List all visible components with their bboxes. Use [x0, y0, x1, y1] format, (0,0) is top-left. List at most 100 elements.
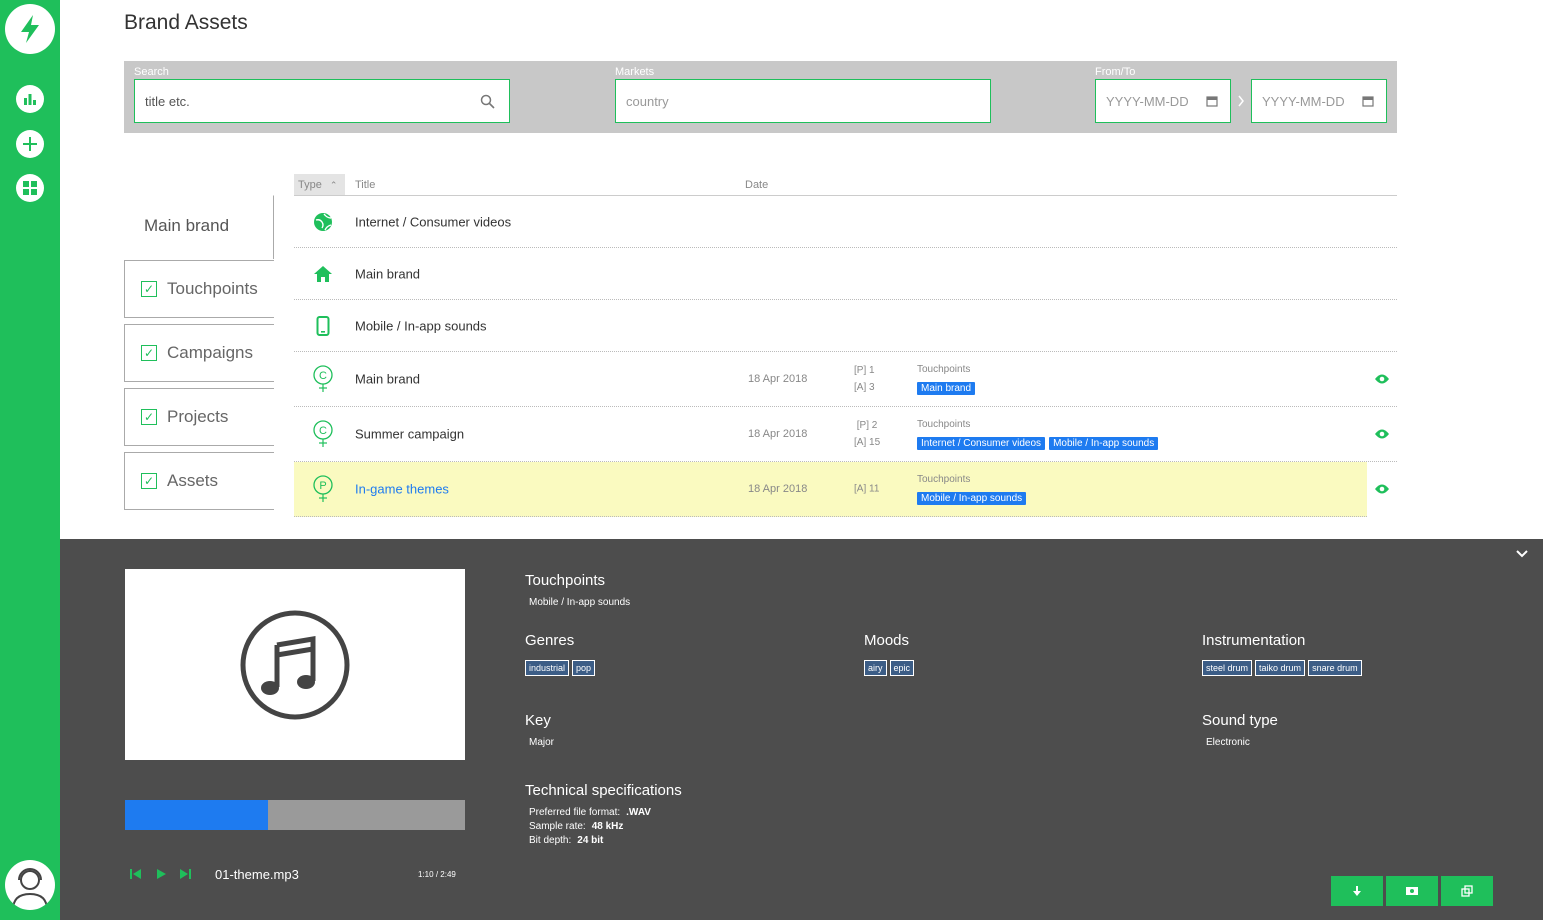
- bar-chart-icon: [24, 94, 36, 105]
- spec-format-label: Preferred file format:: [529, 807, 621, 818]
- plus-icon: [23, 137, 37, 151]
- checkbox-assets[interactable]: ✓: [141, 473, 157, 489]
- date-from-placeholder: YYYY-MM-DD: [1106, 93, 1189, 109]
- table-row[interactable]: C Main brand 18 Apr 2018 [P] 1 [A] 3 Tou…: [294, 352, 1397, 407]
- download-icon: [1353, 886, 1361, 896]
- moods-heading: Moods: [864, 632, 910, 649]
- user-avatar[interactable]: [5, 860, 55, 910]
- tags-label: Touchpoints: [917, 364, 971, 375]
- touchpoint-tag[interactable]: Mobile / In-app sounds: [917, 492, 1027, 505]
- row-title[interactable]: Main brand: [355, 372, 420, 387]
- home-icon: [312, 263, 334, 285]
- skip-forward-icon: [180, 868, 191, 879]
- dashboard-nav-button[interactable]: [16, 174, 44, 202]
- previous-track-button[interactable]: [128, 866, 143, 881]
- eye-icon[interactable]: [1374, 428, 1390, 440]
- instrument-tag[interactable]: steel drum: [1202, 660, 1253, 676]
- row-title[interactable]: Main brand: [355, 266, 420, 281]
- tab-main-brand[interactable]: Main brand: [124, 195, 274, 259]
- row-title[interactable]: In-game themes: [355, 482, 449, 497]
- table-row-selected[interactable]: P In-game themes 18 Apr 2018 [A] 11 Touc…: [294, 462, 1397, 517]
- row-title[interactable]: Internet / Consumer videos: [355, 214, 511, 229]
- markets-input[interactable]: country: [615, 79, 991, 123]
- playback-progress-bar[interactable]: [125, 800, 465, 830]
- mood-tag[interactable]: airy: [864, 660, 887, 676]
- sound-type-heading: Sound type: [1202, 712, 1278, 729]
- tab-assets[interactable]: ✓ Assets: [124, 452, 274, 510]
- ticket-icon: [1406, 887, 1418, 895]
- download-button[interactable]: [1331, 876, 1383, 906]
- album-art: [125, 569, 465, 760]
- row-counts: [P] 2 [A] 15: [854, 417, 880, 451]
- genres-heading: Genres: [525, 632, 575, 649]
- tech-specs: Preferred file format: .WAV Sample rate: 4…: [529, 806, 651, 848]
- spec-depth: Bit depth: 24 bit: [529, 834, 651, 848]
- calendar-icon[interactable]: [1362, 95, 1374, 107]
- eye-icon[interactable]: [1374, 483, 1390, 495]
- logo[interactable]: [5, 4, 55, 54]
- tab-campaigns[interactable]: ✓ Campaigns: [124, 324, 274, 382]
- touchpoint-tag[interactable]: Internet / Consumer videos: [917, 437, 1046, 450]
- sound-type-value: Electronic: [1206, 737, 1250, 748]
- instrument-tag[interactable]: snare drum: [1308, 660, 1362, 676]
- svg-text:P: P: [319, 480, 326, 492]
- table-row[interactable]: Internet / Consumer videos: [294, 196, 1397, 248]
- column-header-title[interactable]: Title: [351, 174, 375, 196]
- music-note-icon: [240, 610, 350, 719]
- tab-label: Campaigns: [167, 343, 253, 362]
- search-icon[interactable]: [480, 94, 495, 109]
- checkbox-touchpoints[interactable]: ✓: [141, 281, 157, 297]
- next-track-button[interactable]: [178, 866, 193, 881]
- touchpoint-tag[interactable]: Main brand: [917, 382, 976, 395]
- date-to-input[interactable]: YYYY-MM-DD: [1251, 79, 1387, 123]
- touchpoints-value: Mobile / In-app sounds: [529, 597, 631, 608]
- asset-actions: [1331, 876, 1493, 906]
- stats-nav-button[interactable]: [16, 85, 44, 113]
- genre-tag[interactable]: industrial: [525, 660, 570, 676]
- tags-label: Touchpoints: [917, 419, 971, 430]
- globe-icon: [312, 211, 334, 233]
- table-row[interactable]: Mobile / In-app sounds: [294, 300, 1397, 352]
- chevron-down-icon[interactable]: [1515, 547, 1529, 561]
- sort-asc-icon: ⌃: [329, 179, 338, 190]
- checkbox-campaigns[interactable]: ✓: [141, 345, 157, 361]
- play-button[interactable]: [153, 866, 168, 881]
- row-title[interactable]: Summer campaign: [355, 427, 464, 442]
- column-header-date[interactable]: Date: [741, 174, 768, 196]
- instrument-tag[interactable]: taiko drum: [1255, 660, 1306, 676]
- checkbox-projects[interactable]: ✓: [141, 409, 157, 425]
- filter-bar: Search title etc. Markets country From/T…: [124, 61, 1397, 133]
- tab-projects[interactable]: ✓ Projects: [124, 388, 274, 446]
- tab-touchpoints[interactable]: ✓ Touchpoints: [124, 260, 274, 318]
- svg-text:C: C: [319, 425, 327, 437]
- add-nav-button[interactable]: [16, 130, 44, 158]
- table-row[interactable]: C Summer campaign 18 Apr 2018 [P] 2 [A] …: [294, 407, 1397, 462]
- row-tags: Touchpoints Mobile / In-app sounds: [917, 474, 1030, 506]
- spec-rate-value: 48 kHz: [591, 821, 624, 832]
- asset-detail-panel: 01-theme.mp3 1:10 / 2:49 Touchpoints Mob…: [60, 539, 1543, 920]
- touchpoint-tag[interactable]: Mobile / In-app sounds: [1049, 437, 1159, 450]
- time-current: 1:10: [418, 870, 434, 879]
- column-header-type[interactable]: Type ⌃: [294, 174, 345, 196]
- spec-format-value: .WAV: [626, 807, 651, 818]
- search-label: Search: [134, 66, 169, 78]
- campaign-icon: C: [312, 365, 334, 392]
- genres-tags: industrial pop: [525, 658, 598, 676]
- table-row[interactable]: Main brand: [294, 248, 1397, 300]
- mood-tag[interactable]: epic: [889, 660, 915, 676]
- open-external-button[interactable]: [1441, 876, 1493, 906]
- date-from-input[interactable]: YYYY-MM-DD: [1095, 79, 1231, 123]
- row-title[interactable]: Mobile / In-app sounds: [355, 318, 487, 333]
- campaign-icon: C: [312, 420, 334, 447]
- license-button[interactable]: [1386, 876, 1438, 906]
- user-headset-icon: [12, 868, 48, 910]
- bolt-icon: [21, 15, 39, 43]
- search-input[interactable]: title etc.: [134, 79, 510, 123]
- tab-label: Touchpoints: [167, 279, 258, 298]
- row-date: 18 Apr 2018: [748, 373, 808, 385]
- eye-icon[interactable]: [1374, 373, 1390, 385]
- track-name: 01-theme.mp3: [215, 867, 299, 882]
- markets-placeholder: country: [626, 93, 669, 109]
- genre-tag[interactable]: pop: [572, 660, 596, 676]
- calendar-icon[interactable]: [1206, 95, 1218, 107]
